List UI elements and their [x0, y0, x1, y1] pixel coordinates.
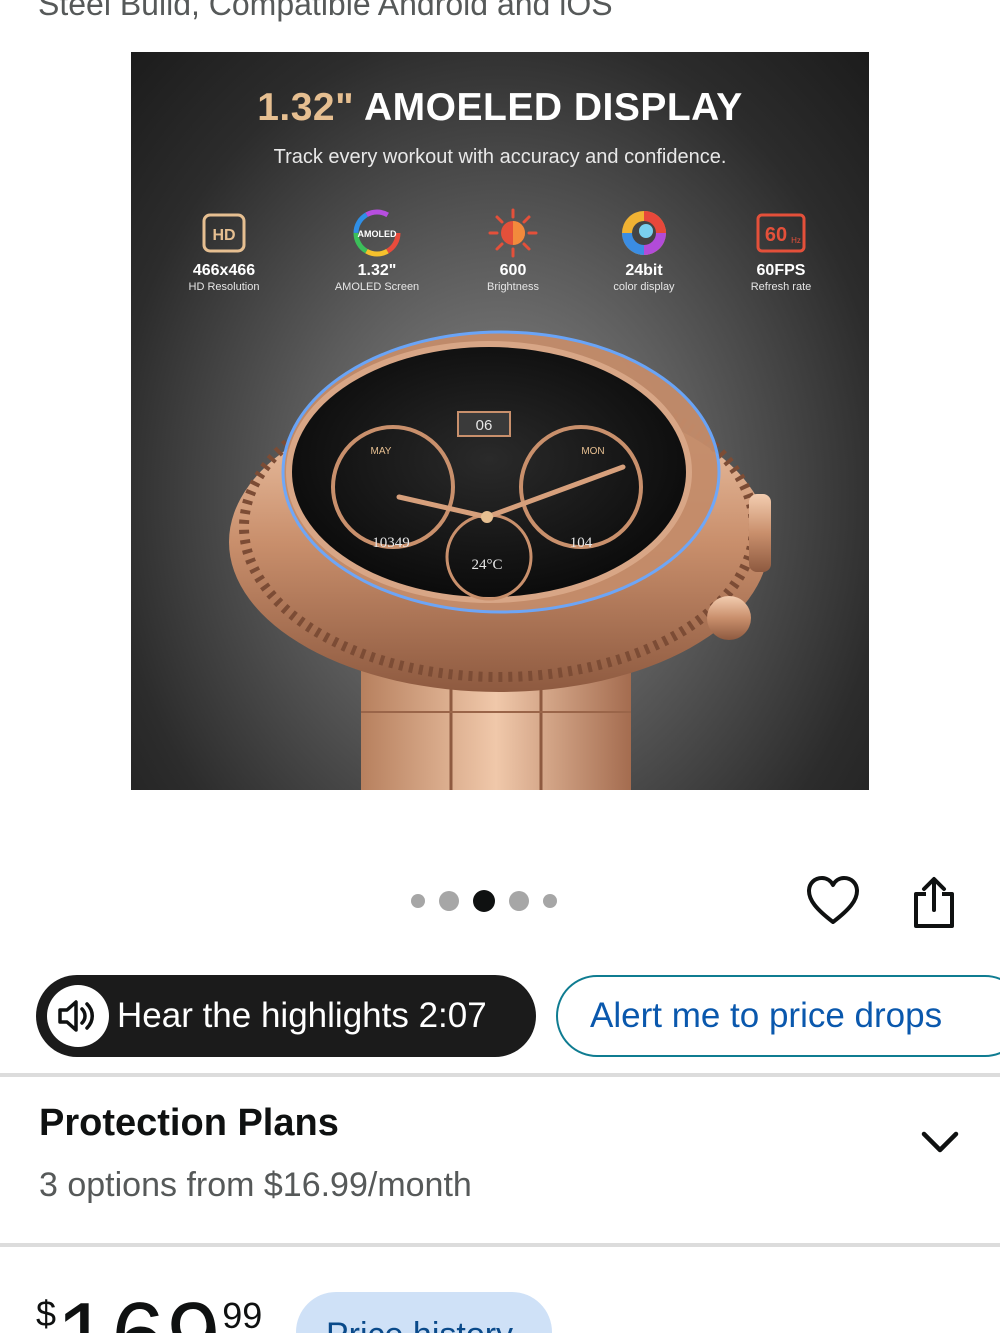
feature-value: 1.32" [357, 262, 397, 279]
feature-value: 600 [499, 262, 527, 279]
price-whole: 169 [56, 1289, 222, 1333]
feature-label: AMOLED Screen [334, 281, 420, 293]
watch-date: 06 [476, 417, 493, 434]
hero-subtitle: Track every workout with accuracy and co… [273, 146, 727, 168]
carousel-dot[interactable] [509, 891, 529, 911]
chevron-down-icon[interactable] [918, 1124, 962, 1160]
watch-temperature: 24°C [471, 557, 502, 573]
hear-highlights-button[interactable]: Hear the highlights 2:07 [36, 975, 536, 1057]
protection-plans-title[interactable]: Protection Plans [39, 1102, 339, 1145]
heart-icon[interactable] [806, 874, 860, 928]
section-divider [0, 1073, 1000, 1077]
amoled-icon-text: AMOLED [358, 229, 397, 239]
feature-value: 466x466 [192, 262, 256, 279]
price-alert-button[interactable]: Alert me to price drops [556, 975, 1000, 1057]
refresh-icon-text: 60 [765, 224, 787, 246]
feature-resolution: HD 466x466 HD Resolution [149, 204, 299, 293]
carousel-dot[interactable] [439, 891, 459, 911]
watch-day: MON [581, 446, 604, 457]
hd-icon: HD [149, 204, 299, 262]
amoled-icon: AMOLED [302, 204, 452, 262]
price-history-button[interactable]: Price history [296, 1292, 552, 1333]
product-image[interactable]: 1.32" AMOELED DISPLAY Track every workou… [131, 52, 869, 790]
color-wheel-icon [569, 204, 719, 262]
hero-title: 1.32" AMOELED DISPLAY [131, 86, 869, 130]
feature-color: 24bit color display [569, 204, 719, 293]
feature-brightness: 600 Brightness [438, 204, 588, 293]
refresh-icon-unit: Hz [791, 236, 801, 245]
price-history-label: Price history [326, 1316, 513, 1333]
feature-label: HD Resolution [188, 281, 260, 293]
price-fraction: 99 [222, 1295, 263, 1333]
protection-plans-subtitle: 3 options from $16.99/month [39, 1166, 472, 1204]
product-title: Steel Build, Compatible Android and iOS [38, 0, 613, 22]
watch-month: MAY [371, 446, 392, 457]
watch-heart-rate: 104 [570, 535, 593, 551]
hd-icon-text: HD [212, 227, 235, 244]
carousel-dot[interactable] [543, 894, 557, 908]
refresh-60hz-icon: 60 Hz [706, 204, 856, 262]
image-carousel-dots[interactable] [411, 890, 571, 912]
hero-title-size: 1.32" [257, 86, 355, 129]
feature-label: Brightness [487, 281, 539, 293]
feature-label: Refresh rate [750, 281, 812, 293]
share-icon[interactable] [908, 874, 960, 930]
hear-highlights-label: Hear the highlights 2:07 [117, 996, 487, 1035]
feature-value: 60FPS [756, 262, 806, 279]
feature-value: 24bit [625, 262, 663, 279]
feature-amoled: AMOLED 1.32" AMOLED Screen [302, 204, 452, 293]
feature-refresh: 60 Hz 60FPS Refresh rate [706, 204, 856, 293]
product-price: $ 169 99 [36, 1283, 262, 1333]
section-divider [0, 1243, 1000, 1247]
feature-label: color display [613, 281, 675, 293]
carousel-dot-active[interactable] [473, 890, 495, 912]
brightness-icon [438, 204, 588, 262]
carousel-dot[interactable] [411, 894, 425, 908]
watch-steps: 10349 [372, 535, 410, 551]
price-currency: $ [36, 1293, 57, 1333]
speaker-icon [47, 985, 109, 1047]
smartwatch-illustration: 06 MAY MON 10349 104 24°C [229, 330, 771, 790]
hero-title-text: AMOELED DISPLAY [364, 86, 743, 129]
price-alert-label: Alert me to price drops [590, 996, 943, 1035]
